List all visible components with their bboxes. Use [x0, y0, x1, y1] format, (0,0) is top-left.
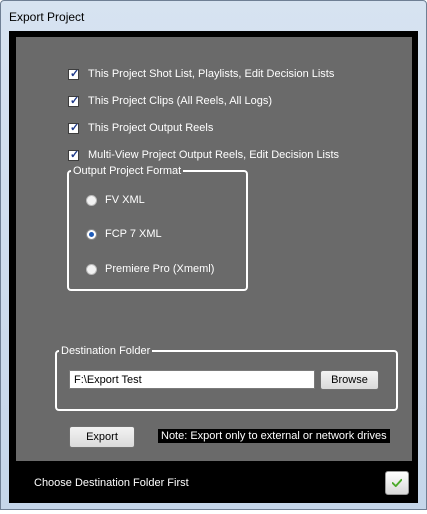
option-project-clips[interactable]: ✓ This Project Clips (All Reels, All Log…	[68, 93, 272, 109]
option-label: Multi-View Project Output Reels, Edit De…	[88, 149, 340, 161]
radio-button[interactable]	[86, 194, 97, 206]
output-format-legend: Output Project Format	[73, 165, 182, 177]
format-label: Premiere Pro (Xmeml)	[105, 263, 215, 275]
checkbox[interactable]: ✓	[68, 148, 80, 161]
radio-dot-icon	[89, 231, 94, 237]
option-label: This Project Output Reels	[88, 122, 214, 134]
format-fv-xml[interactable]: FV XML	[86, 193, 145, 207]
format-fcp7-xml[interactable]: FCP 7 XML	[86, 227, 162, 241]
checkmark-icon: ✓	[70, 148, 80, 161]
checkmark-icon: ✓	[70, 94, 80, 107]
option-shot-list[interactable]: ✓ This Project Shot List, Playlists, Edi…	[68, 66, 334, 82]
browse-button[interactable]: Browse	[320, 370, 379, 390]
confirm-button[interactable]	[385, 471, 409, 495]
export-button[interactable]: Export	[69, 426, 135, 448]
destination-folder-legend: Destination Folder	[61, 345, 151, 357]
option-output-reels[interactable]: ✓ This Project Output Reels	[68, 120, 213, 136]
checkmark-icon: ✓	[70, 121, 80, 134]
checkmark-icon	[392, 478, 402, 488]
radio-button-selected[interactable]	[86, 228, 97, 240]
export-note: Note: Export only to external or network…	[158, 429, 390, 443]
option-label: This Project Clips (All Reels, All Logs)	[88, 95, 273, 107]
export-project-window: Export Project ✓ This Project Shot List,…	[0, 0, 427, 510]
destination-path-input[interactable]	[69, 370, 315, 389]
title-bar[interactable]: Export Project	[1, 1, 426, 31]
format-label: FV XML	[105, 194, 145, 206]
radio-button[interactable]	[86, 263, 97, 275]
checkmark-icon: ✓	[70, 67, 80, 80]
checkbox[interactable]: ✓	[68, 67, 80, 80]
option-multi-view[interactable]: ✓ Multi-View Project Output Reels, Edit …	[68, 147, 339, 163]
status-text: Choose Destination Folder First	[34, 477, 189, 489]
checkbox[interactable]: ✓	[68, 121, 80, 134]
window-title: Export Project	[9, 10, 85, 24]
format-label: FCP 7 XML	[105, 228, 162, 240]
checkbox[interactable]: ✓	[68, 94, 80, 107]
option-label: This Project Shot List, Playlists, Edit …	[88, 68, 335, 80]
format-premiere-pro[interactable]: Premiere Pro (Xmeml)	[86, 262, 214, 276]
